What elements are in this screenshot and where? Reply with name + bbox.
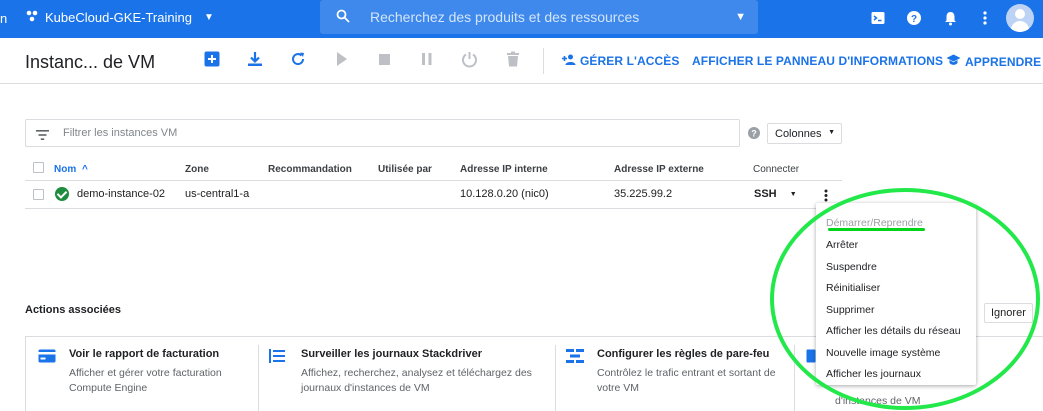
- project-hexagon-icon: [25, 9, 39, 26]
- card-desc-line: Affichez, recherchez, analysez et téléch…: [301, 367, 532, 379]
- project-selector[interactable]: KubeCloud-GKE-Training ▼: [25, 9, 214, 26]
- nav-edge-letter: n: [0, 11, 8, 26]
- info-panel-button[interactable]: AFFICHER LE PANNEAU D'INFORMATIONS: [692, 54, 943, 68]
- card-desc-line: Afficher et gérer votre facturation: [69, 367, 222, 379]
- search-dropdown-icon[interactable]: ▼: [735, 11, 746, 23]
- filter-help-icon[interactable]: ?: [748, 126, 760, 144]
- card-description: Contrôlez le trafic entrant et sortant d…: [597, 366, 776, 396]
- col-external-ip[interactable]: Adresse IP externe: [614, 164, 704, 175]
- start-icon[interactable]: [336, 51, 348, 72]
- card-desc-line: Contrôlez le trafic entrant et sortant d…: [597, 367, 776, 379]
- col-used-by[interactable]: Utilisée par: [378, 164, 432, 175]
- columns-label: Colonnes: [775, 128, 822, 140]
- table-header: Nom ^ Zone Recommandation Utilisée par A…: [25, 158, 842, 181]
- search-bar[interactable]: Recherchez des produits et des ressource…: [320, 0, 758, 34]
- stackdriver-logs-card[interactable]: Surveiller les journaux Stackdriver Affi…: [259, 337, 555, 411]
- menu-item-reset[interactable]: Réinitialiser: [826, 282, 880, 294]
- menu-item-delete[interactable]: Supprimer: [826, 304, 874, 316]
- billing-report-card[interactable]: Voir le rapport de facturation Afficher …: [26, 337, 258, 411]
- card-desc-line: journaux d'instances de VM: [301, 382, 430, 394]
- instance-zone: us-central1-a: [185, 188, 250, 200]
- add-person-icon: [562, 54, 576, 68]
- row-checkbox[interactable]: [33, 189, 44, 200]
- col-zone[interactable]: Zone: [185, 164, 209, 175]
- filter-placeholder: Filtrer les instances VM: [63, 127, 178, 139]
- col-name[interactable]: Nom ^: [54, 164, 88, 175]
- card-title: Configurer les règles de pare-feu: [597, 348, 770, 360]
- instance-name-link[interactable]: demo-instance-02: [77, 188, 165, 200]
- partial-card-text: d'instances de VM: [835, 395, 921, 407]
- page-toolbar: Instanc... de VM GÉRER L'ACCÈS AFFICHER …: [0, 38, 1043, 84]
- menu-item-suspend[interactable]: Suspendre: [826, 261, 877, 273]
- firewall-brick-icon: [566, 349, 584, 368]
- top-bar: n KubeCloud-GKE-Training ▼ Recherchez de…: [0, 0, 1043, 38]
- suspend-pause-icon[interactable]: [420, 51, 434, 72]
- learn-label: APPRENDRE: [965, 54, 1042, 69]
- partial-card-icon: [806, 349, 816, 368]
- svg-text:?: ?: [911, 14, 917, 25]
- project-name: KubeCloud-GKE-Training: [45, 10, 192, 25]
- logs-list-icon: [269, 349, 285, 368]
- school-cap-icon: [946, 54, 961, 69]
- toolbar-divider: [543, 48, 544, 74]
- more-vert-icon[interactable]: [983, 11, 987, 30]
- stop-icon[interactable]: [378, 51, 392, 72]
- filter-input[interactable]: Filtrer les instances VM: [25, 119, 740, 147]
- firewall-rules-card[interactable]: Configurer les règles de pare-feu Contrô…: [556, 337, 794, 411]
- card-description: Afficher et gérer votre facturation Comp…: [69, 366, 222, 396]
- search-placeholder: Recherchez des produits et des ressource…: [370, 9, 640, 25]
- user-avatar[interactable]: [1006, 4, 1034, 32]
- card-desc-line: Compute Engine: [69, 382, 148, 394]
- card-desc-line: votre VM: [597, 382, 640, 394]
- learn-button[interactable]: APPRENDRE: [946, 54, 1041, 69]
- credit-card-icon: [38, 349, 56, 368]
- search-icon: [336, 9, 350, 28]
- svg-text:?: ?: [751, 129, 757, 139]
- table-row[interactable]: demo-instance-02 us-central1-a 10.128.0.…: [25, 181, 842, 209]
- import-vm-icon[interactable]: [247, 51, 263, 72]
- refresh-icon[interactable]: [290, 51, 306, 72]
- card-title: Voir le rapport de facturation: [69, 348, 220, 360]
- manage-access-label: GÉRER L'ACCÈS: [580, 54, 680, 68]
- menu-item-view-logs[interactable]: Afficher les journaux: [826, 368, 921, 380]
- page-title: Instanc... de VM: [25, 52, 156, 72]
- ssh-label: SSH: [754, 188, 777, 200]
- annotation-underline: [828, 228, 925, 231]
- col-name-label: Nom: [54, 164, 77, 175]
- manage-access-button[interactable]: GÉRER L'ACCÈS: [562, 54, 680, 68]
- notifications-bell-icon[interactable]: [944, 11, 957, 31]
- status-running-check-icon: [55, 187, 69, 201]
- card-title: Surveiller les journaux Stackdriver: [301, 348, 482, 360]
- delete-trash-icon[interactable]: [506, 51, 520, 72]
- menu-item-new-machine-image[interactable]: Nouvelle image système: [826, 347, 940, 359]
- chevron-down-icon[interactable]: ▼: [790, 191, 797, 198]
- select-all-checkbox[interactable]: [33, 162, 44, 173]
- instance-internal-ip: 10.128.0.20 (nic0): [460, 188, 549, 200]
- col-internal-ip[interactable]: Adresse IP interne: [460, 164, 548, 175]
- menu-item-stop[interactable]: Arrêter: [826, 239, 858, 251]
- chevron-down-icon: ▼: [203, 12, 214, 23]
- card-divider: [794, 345, 795, 411]
- sort-ascending-icon: ^: [82, 164, 88, 175]
- info-panel-label: AFFICHER LE PANNEAU D'INFORMATIONS: [692, 54, 944, 68]
- help-icon[interactable]: ?: [907, 11, 921, 30]
- reset-power-icon[interactable]: [461, 51, 478, 73]
- ssh-button[interactable]: SSH ▼: [754, 188, 797, 200]
- create-instance-icon[interactable]: [204, 51, 220, 72]
- col-connect: Connecter: [753, 164, 800, 175]
- ignore-button[interactable]: Ignorer: [984, 303, 1033, 323]
- chevron-down-icon: ▼: [828, 129, 835, 136]
- menu-item-network-details[interactable]: Afficher les détails du réseau: [826, 325, 961, 337]
- col-recommendation[interactable]: Recommandation: [268, 164, 352, 175]
- instance-external-ip[interactable]: 35.225.99.2: [614, 188, 672, 200]
- card-description: Affichez, recherchez, analysez et téléch…: [301, 366, 532, 396]
- filter-list-icon: [36, 127, 49, 145]
- related-actions-title: Actions associées: [25, 304, 121, 316]
- columns-button[interactable]: Colonnes ▼: [767, 123, 842, 144]
- cloud-shell-icon[interactable]: [871, 11, 885, 30]
